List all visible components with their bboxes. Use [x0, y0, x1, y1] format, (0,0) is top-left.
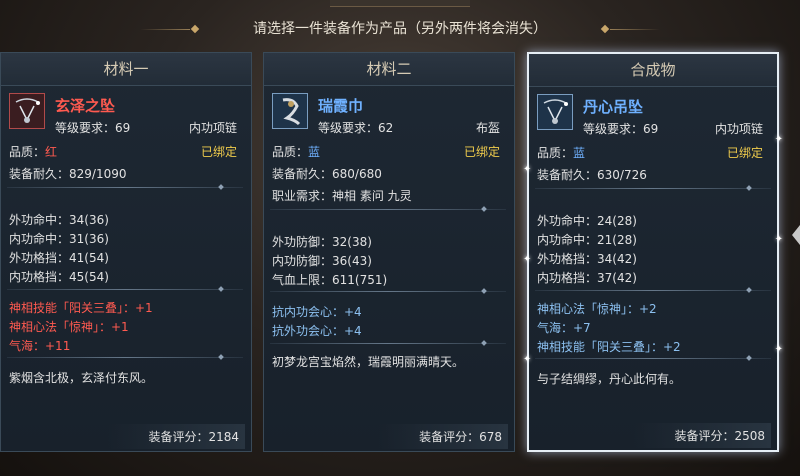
item-type: 内功项链: [714, 122, 763, 136]
divider: [535, 358, 771, 359]
stat-row: 外功格挡：34(42): [537, 252, 637, 266]
material-card-1[interactable]: 材料一 玄泽之坠 等级要求：69 内功项链 品质：红 已绑定 装备耐久：829/…: [0, 52, 252, 452]
scroll-right-arrow-icon[interactable]: [792, 225, 800, 245]
skill-bonus: 神相心法「惊神」：+1: [9, 320, 129, 334]
divider: [270, 343, 506, 344]
skill-bonus: 气海：+7: [537, 321, 591, 335]
durability-row: 装备耐久：680/680: [272, 167, 382, 181]
resist-bonus: 抗外功会心：+4: [272, 324, 362, 338]
pendant-icon: [9, 93, 45, 129]
stat-row: 气血上限：611(751): [272, 273, 388, 287]
divider: [535, 290, 771, 291]
sparkle-icon: ✦: [523, 164, 532, 175]
bound-status: 已绑定: [726, 146, 763, 160]
level-requirement: 等级要求：69: [583, 122, 659, 136]
item-name: 瑞霞巾: [318, 97, 364, 115]
bound-status: 已绑定: [200, 145, 237, 159]
stat-row: 内功格挡：45(54): [9, 270, 109, 284]
skill-bonus: 气海：+11: [9, 339, 71, 353]
durability-row: 装备耐久：829/1090: [9, 167, 127, 181]
divider: [7, 289, 243, 290]
stat-row: 外功命中：24(28): [537, 214, 637, 228]
item-description: 紫烟含北极，玄泽付东风。: [9, 371, 154, 385]
sparkle-icon: ✦: [774, 234, 783, 245]
stat-row: 外功格挡：41(54): [9, 251, 109, 265]
item-name: 丹心吊坠: [583, 98, 644, 116]
pendant-icon: [537, 94, 573, 130]
card-title: 材料一: [1, 53, 251, 86]
headscarf-icon: [272, 93, 308, 129]
stat-row: 内功格挡：37(42): [537, 271, 637, 285]
resist-bonus: 抗内功会心：+4: [272, 305, 362, 319]
sparkle-icon: ✦: [523, 354, 532, 365]
skill-bonus: 神相技能「阳关三叠」：+2: [537, 340, 681, 354]
card-title: 合成物: [529, 54, 777, 87]
header-divider-right: [610, 29, 660, 30]
stat-row: 内功命中：21(28): [537, 233, 637, 247]
item-type: 布盔: [475, 121, 500, 135]
sparkle-icon: ✦: [523, 254, 532, 265]
divider: [7, 187, 243, 188]
level-requirement: 等级要求：69: [55, 121, 131, 135]
equipment-score: 装备评分：2184: [108, 424, 245, 449]
equipment-score: 装备评分：678: [379, 424, 508, 449]
stat-row: 内功命中：31(36): [9, 232, 109, 246]
skill-bonus: 神相心法「惊神」：+2: [537, 302, 657, 316]
skill-bonus: 神相技能「阳关三叠」：+1: [9, 301, 153, 315]
material-card-2[interactable]: 材料二 瑞霞巾 等级要求：62 布盔 品质：蓝 已绑定 装备耐久：680/680…: [263, 52, 515, 452]
quality-row: 品质：蓝: [272, 145, 321, 159]
sparkle-icon: ✦: [774, 134, 783, 145]
item-type: 内功项链: [188, 121, 237, 135]
bound-status: 已绑定: [463, 145, 500, 159]
class-requirement: 职业需求：神相 素问 九灵: [272, 189, 412, 203]
divider: [270, 209, 506, 210]
durability-row: 装备耐久：630/726: [537, 168, 647, 182]
item-name: 玄泽之坠: [55, 97, 116, 115]
page-title: 请选择一件装备作为产品（另外两件将会消失）: [253, 21, 547, 37]
level-requirement: 等级要求：62: [318, 121, 394, 135]
result-card[interactable]: 合成物 丹心吊坠 等级要求：69 内功项链 品质：蓝 已绑定 装备耐久：630/…: [523, 52, 783, 452]
quality-row: 品质：红: [9, 145, 58, 159]
item-description: 与子结绸缪，丹心此何有。: [537, 372, 682, 386]
divider: [7, 357, 243, 358]
stat-row: 外功命中：34(36): [9, 213, 109, 227]
card-title: 材料二: [264, 53, 514, 86]
item-description: 初梦龙宫宝焰然，瑞霞明丽满晴天。: [272, 355, 465, 369]
divider: [535, 188, 771, 189]
divider: [270, 291, 506, 292]
equipment-score: 装备评分：2508: [634, 423, 771, 448]
top-tab-decoration: [330, 0, 470, 7]
quality-row: 品质：蓝: [537, 146, 586, 160]
stat-row: 内功防御：36(43): [272, 254, 372, 268]
sparkle-icon: ✦: [774, 344, 783, 355]
stat-row: 外功防御：32(38): [272, 235, 372, 249]
